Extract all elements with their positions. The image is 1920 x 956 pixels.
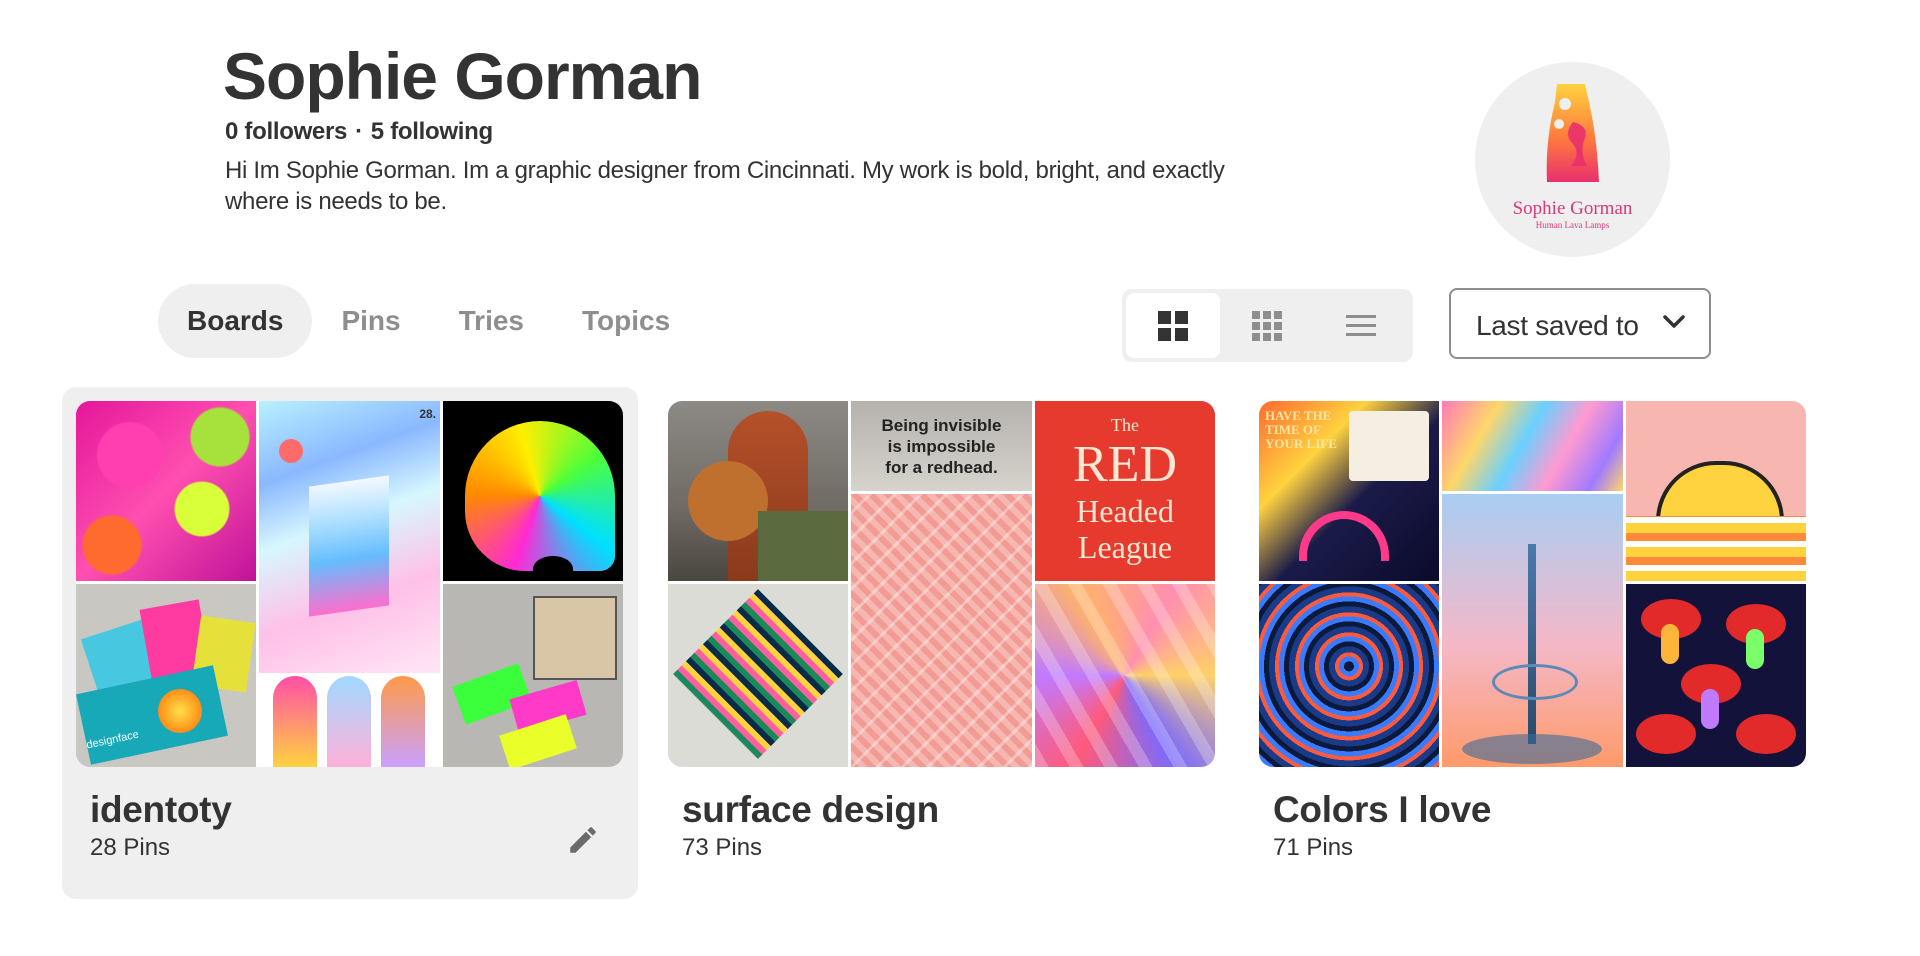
board-card-surface-design[interactable]: Being invisible is impossible for a redh… [654, 387, 1230, 899]
view-toggle [1122, 289, 1413, 362]
follow-separator: · [355, 118, 363, 145]
profile-bio: Hi Im Sophie Gorman. Im a graphic design… [225, 157, 1225, 215]
chevron-down-icon [1663, 315, 1685, 328]
large-grid-icon [1158, 310, 1188, 341]
board-cover-collage: Being invisible is impossible for a redh… [668, 401, 1215, 767]
board-title: surface design [682, 789, 939, 830]
board-image [259, 676, 440, 767]
sort-label: Last saved to [1476, 310, 1639, 341]
board-image [1442, 494, 1623, 767]
board-image [1442, 401, 1623, 491]
board-pin-count: 71 Pins [1273, 834, 1354, 861]
board-image: The RED Headed League [1035, 401, 1215, 581]
board-title: identoty [90, 789, 232, 830]
board-cover-collage: HAVE THE TIME OF YOUR LIFE [1259, 401, 1806, 767]
tab-pins[interactable]: Pins [312, 284, 429, 358]
edit-board-button[interactable] [562, 819, 604, 861]
board-image [1259, 584, 1439, 767]
tab-tries[interactable]: Tries [430, 284, 553, 358]
followers-count[interactable]: 0 followers [225, 118, 347, 145]
quote-text: Being invisible is impossible for a redh… [881, 416, 1002, 477]
avatar[interactable]: Sophie Gorman Human Lava Lamps [1475, 62, 1670, 257]
board-image: Being invisible is impossible for a redh… [851, 401, 1032, 491]
board-pin-count: 28 Pins [90, 834, 171, 861]
board-image [76, 401, 256, 581]
list-icon [1346, 314, 1376, 336]
collage-text: HAVE THE TIME OF YOUR LIFE [1265, 408, 1337, 451]
following-count[interactable]: 5 following [371, 118, 493, 145]
avatar-tagline: Human Lava Lamps [1535, 220, 1610, 230]
poster-text-league: League [1077, 529, 1173, 565]
profile-name: Sophie Gorman [223, 39, 702, 113]
avatar-brand-name: Sophie Gorman [1512, 198, 1633, 219]
follow-stats: 0 followers · 5 following [225, 118, 493, 146]
poster-text-red: RED [1073, 436, 1177, 493]
board-card-identoty[interactable]: 28. designface identoty 28 Pins [62, 387, 638, 899]
board-image [1035, 584, 1215, 767]
board-cover-collage: 28. designface [76, 401, 623, 767]
board-pin-count: 73 Pins [682, 834, 763, 861]
board-image [443, 401, 623, 581]
board-image: 28. [259, 401, 440, 673]
small-grid-icon [1252, 310, 1282, 341]
tab-boards[interactable]: Boards [158, 284, 313, 358]
poster-text-headed: Headed [1076, 493, 1174, 529]
view-list-button[interactable] [1314, 293, 1408, 358]
board-image [851, 494, 1032, 767]
poster-number: 28. [419, 407, 436, 421]
view-large-grid-button[interactable] [1126, 293, 1220, 358]
board-image: HAVE THE TIME OF YOUR LIFE [1259, 401, 1439, 581]
view-small-grid-button[interactable] [1220, 293, 1314, 358]
pencil-icon [570, 827, 596, 853]
board-image [668, 584, 848, 767]
profile-tabs: Boards Pins Tries Topics [158, 284, 699, 358]
board-image [1626, 401, 1806, 581]
poster-text-the: The [1111, 415, 1139, 435]
board-image [668, 401, 848, 581]
board-image [1626, 584, 1806, 767]
board-title: Colors I love [1273, 789, 1492, 830]
board-image [443, 584, 623, 767]
board-card-colors-i-love[interactable]: HAVE THE TIME OF YOUR LIFE Colors I love… [1245, 387, 1821, 899]
sort-dropdown[interactable]: Last saved to [1449, 288, 1711, 359]
tab-topics[interactable]: Topics [553, 284, 699, 358]
board-image: designface [76, 584, 256, 767]
